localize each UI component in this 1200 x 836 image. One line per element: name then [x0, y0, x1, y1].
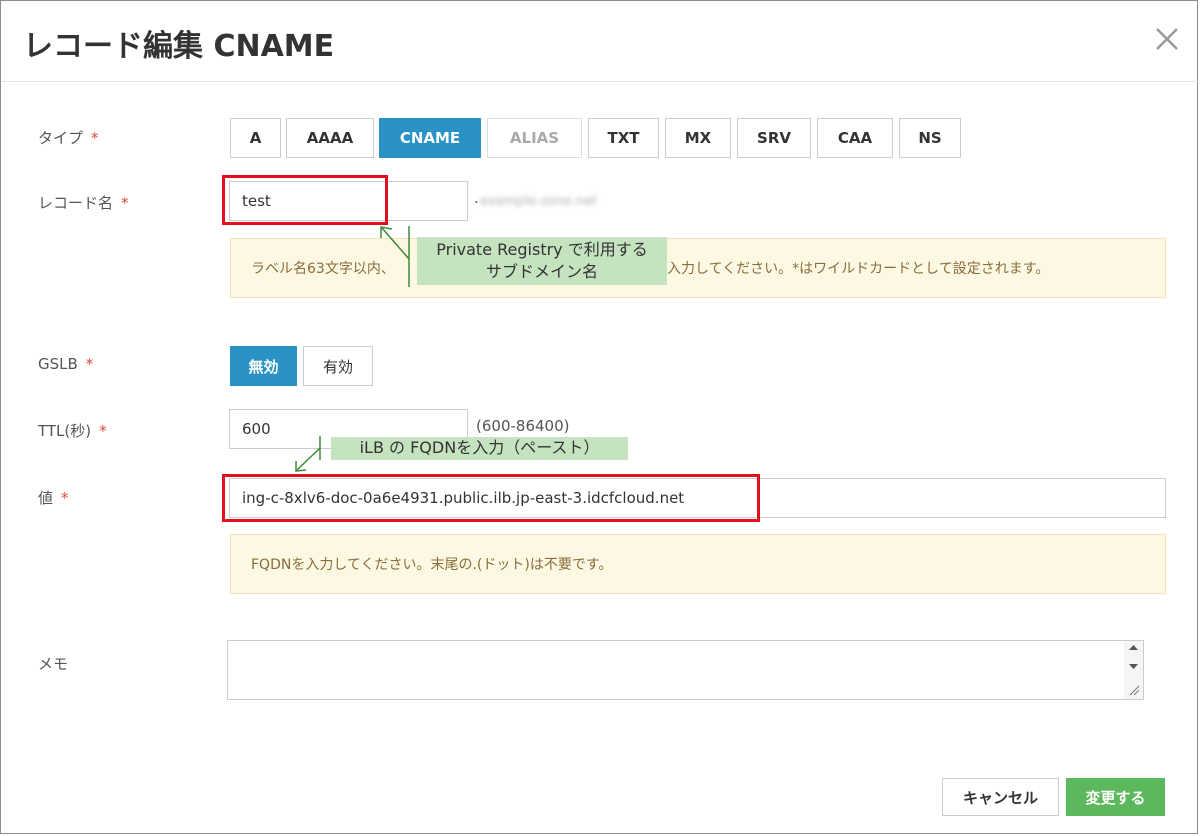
- domain-suffix: example-zone.net: [480, 194, 598, 209]
- callout-arrow-icon: [380, 226, 410, 287]
- required-mark: *: [85, 355, 94, 373]
- domain-suffix-dot: .: [474, 189, 479, 207]
- type-button-alias[interactable]: ALIAS: [487, 118, 582, 158]
- subdomain-callout: Private Registry で利用する サブドメイン名: [417, 237, 667, 285]
- record-edit-dialog: レコード編集 CNAME タイプ * A AAAA CNAME ALIAS TXT…: [0, 0, 1198, 834]
- gslb-enabled-button[interactable]: 有効: [303, 346, 373, 386]
- type-label-text: タイプ: [38, 129, 84, 147]
- ttl-range: (600-86400): [476, 417, 570, 435]
- type-button-caa[interactable]: CAA: [817, 118, 893, 158]
- type-button-a[interactable]: A: [230, 118, 281, 158]
- submit-button[interactable]: 変更する: [1066, 778, 1165, 816]
- record-name-label-text: レコード名: [38, 194, 114, 212]
- fqdn-callout: iLB の FQDNを入力（ペースト）: [331, 437, 628, 460]
- required-mark: *: [91, 129, 99, 147]
- subdomain-callout-line2: サブドメイン名: [485, 262, 598, 281]
- value-label: 値 *: [38, 487, 69, 508]
- gslb-disabled-button[interactable]: 無効: [230, 346, 297, 386]
- scroll-up-icon: [1129, 645, 1138, 650]
- ttl-label-text: TTL(秒): [38, 422, 92, 440]
- header-divider: [2, 81, 1198, 82]
- required-mark: *: [121, 194, 129, 212]
- type-label: タイプ *: [38, 127, 99, 148]
- record-name-label: レコード名 *: [38, 192, 129, 213]
- close-icon[interactable]: [1153, 25, 1181, 53]
- value-label-text: 値: [38, 489, 54, 507]
- memo-label: メモ: [38, 655, 69, 673]
- value-hint: FQDNを入力してください。末尾の.(ドット)は不要です。: [230, 534, 1166, 594]
- dialog-title: レコード編集 CNAME: [23, 29, 335, 64]
- scroll-down-icon: [1129, 664, 1138, 669]
- ttl-label: TTL(秒) *: [38, 420, 107, 441]
- record-name-highlight-box: [222, 175, 388, 225]
- type-button-ns[interactable]: NS: [899, 118, 961, 158]
- required-mark: *: [61, 489, 69, 507]
- type-button-aaaa[interactable]: AAAA: [286, 118, 374, 158]
- type-button-srv[interactable]: SRV: [737, 118, 811, 158]
- memo-scrollbar[interactable]: [1124, 641, 1143, 699]
- record-name-hint-right: 入力してください。*はワイルドカードとして設定されます。: [667, 261, 1050, 277]
- callout-arrow-icon: [295, 436, 321, 472]
- memo-textarea[interactable]: [227, 640, 1144, 700]
- type-button-txt[interactable]: TXT: [588, 118, 659, 158]
- cancel-button[interactable]: キャンセル: [942, 778, 1059, 816]
- type-button-cname[interactable]: CNAME: [379, 118, 481, 158]
- gslb-label: GSLB *: [38, 355, 93, 373]
- value-highlight-box: [222, 474, 760, 522]
- resize-handle-icon: [1129, 685, 1140, 696]
- type-button-mx[interactable]: MX: [665, 118, 731, 158]
- gslb-label-text: GSLB: [38, 355, 78, 373]
- subdomain-callout-line1: Private Registry で利用する: [436, 240, 648, 259]
- required-mark: *: [99, 422, 107, 440]
